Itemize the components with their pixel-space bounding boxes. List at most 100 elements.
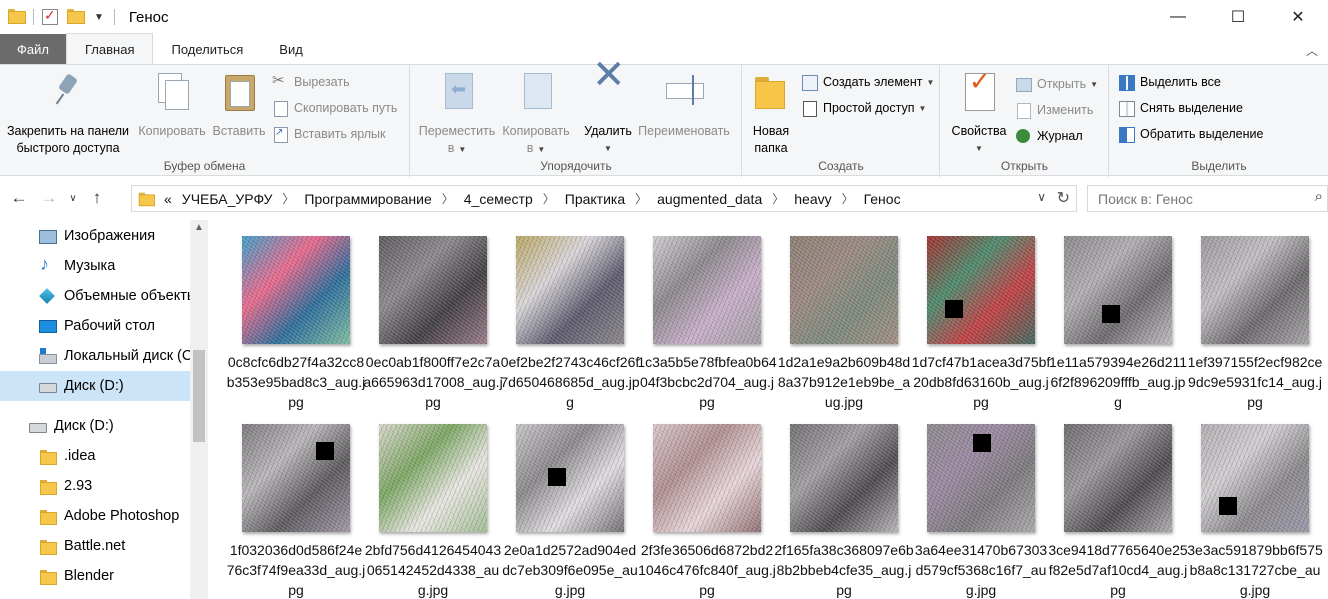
easy-access-button[interactable]: Простой доступ ▼ bbox=[801, 97, 926, 119]
sidebar-item-disk-d[interactable]: Диск (D:) bbox=[0, 411, 190, 441]
easy-access-icon bbox=[801, 100, 817, 117]
sidebar-item-folder[interactable]: 2.93 bbox=[0, 471, 190, 501]
new-folder-button[interactable]: Новая папка bbox=[747, 71, 795, 157]
scrollbar-thumb[interactable] bbox=[193, 350, 205, 442]
file-item[interactable]: 3ce9418d7765640e25f82e5d7af10cd4_aug.jpg bbox=[1042, 408, 1188, 598]
new-item-button[interactable]: Создать элемент ▼ bbox=[801, 71, 934, 93]
paste-button[interactable]: Вставить bbox=[210, 71, 268, 140]
copy-path-button[interactable]: Скопировать путь bbox=[272, 97, 397, 119]
file-item[interactable]: 0ef2be2f2743c46cf26f7d650468685d_aug.jpg bbox=[494, 220, 640, 410]
thumbnail bbox=[790, 236, 898, 344]
edit-button[interactable]: Изменить bbox=[1015, 99, 1093, 121]
select-all-button[interactable]: Выделить все bbox=[1118, 71, 1221, 93]
breadcrumb[interactable]: 4_семестр bbox=[464, 191, 533, 207]
breadcrumb[interactable]: Практика bbox=[565, 191, 625, 207]
file-item[interactable]: 3a64ee31470b67303d579cf5368c16f7_aug.jpg bbox=[905, 408, 1047, 598]
file-item[interactable]: 1c3a5b5e78fbfea0b6404f3bcbc2d704_aug.jpg bbox=[631, 220, 777, 410]
breadcrumb[interactable]: Генос bbox=[864, 191, 901, 207]
sidebar-item-music[interactable]: Музыка bbox=[0, 251, 190, 281]
tab-file[interactable]: Файл bbox=[0, 34, 66, 64]
forward-button[interactable]: → bbox=[34, 188, 64, 208]
sidebar-item-pictures[interactable]: Изображения bbox=[0, 221, 190, 251]
breadcrumb[interactable]: heavy bbox=[794, 191, 831, 207]
collapse-ribbon-icon[interactable]: ︿ bbox=[1306, 42, 1318, 59]
tab-view[interactable]: Вид bbox=[261, 34, 321, 64]
sidebar-item-3d-objects[interactable]: Объемные объекты bbox=[0, 281, 190, 311]
pin-button[interactable]: Закрепить на панели быстрого доступа bbox=[4, 71, 132, 157]
recent-locations-button[interactable]: ∨ bbox=[64, 193, 82, 204]
breadcrumb[interactable]: augmented_data bbox=[657, 191, 762, 207]
copy-icon bbox=[154, 71, 190, 111]
chevron-right-icon[interactable]: 〉 bbox=[772, 190, 784, 207]
select-none-button[interactable]: Снять выделение bbox=[1118, 97, 1243, 119]
file-item[interactable]: 2f165fa38c368097e6b8b2bbeb4cfe35_aug.jpg bbox=[768, 408, 914, 598]
sidebar-item-folder[interactable]: Blender bbox=[0, 561, 190, 591]
file-name: 1ef397155f2ecf982ce9dc9e5931fc14_aug.jpg bbox=[1187, 354, 1323, 410]
tab-share[interactable]: Поделиться bbox=[153, 34, 261, 64]
breadcrumb-overflow[interactable]: « bbox=[164, 191, 172, 207]
sidebar-item-disk-d[interactable]: Диск (D:) bbox=[0, 371, 190, 401]
sidebar-item-folder[interactable]: .idea bbox=[0, 441, 190, 471]
close-button[interactable]: ✕ bbox=[1268, 0, 1328, 34]
sidebar-item-folder[interactable]: Adobe Photoshop bbox=[0, 501, 190, 531]
minimize-button[interactable]: — bbox=[1148, 0, 1208, 34]
new-folder-label-2: папка bbox=[754, 141, 788, 155]
customize-toolbar-icon[interactable]: ▼ bbox=[94, 12, 104, 23]
chevron-right-icon[interactable]: 〉 bbox=[282, 190, 294, 207]
breadcrumb[interactable]: УЧЕБА_УРФУ bbox=[182, 191, 273, 207]
history-button[interactable]: Журнал bbox=[1015, 125, 1083, 147]
back-button[interactable]: ← bbox=[4, 188, 34, 208]
refresh-icon[interactable]: ↻ bbox=[1057, 188, 1070, 208]
new-folder-icon[interactable] bbox=[67, 9, 85, 25]
address-bar[interactable]: « УЧЕБА_УРФУ 〉 Программирование 〉 4_семе… bbox=[131, 185, 1077, 212]
organize-group: Переместить в▼ Копировать в▼ Удалить ▼ П… bbox=[411, 65, 742, 177]
invert-selection-button[interactable]: Обратить выделение bbox=[1118, 123, 1263, 145]
properties-button[interactable]: Свойства ▼ bbox=[947, 71, 1011, 157]
tab-home[interactable]: Главная bbox=[66, 33, 154, 64]
file-item[interactable]: 1e11a579394e26d2116f2f896209fffb_aug.jpg bbox=[1042, 220, 1187, 410]
sidebar-item-folder[interactable]: Battle.net bbox=[0, 531, 190, 561]
sidebar-item-desktop[interactable]: Рабочий стол bbox=[0, 311, 190, 341]
chevron-right-icon[interactable]: 〉 bbox=[842, 190, 854, 207]
chevron-right-icon[interactable]: 〉 bbox=[635, 190, 647, 207]
open-button[interactable]: Открыть ▼ bbox=[1015, 73, 1098, 95]
divider bbox=[113, 9, 115, 25]
copy-to-button[interactable]: Копировать в ▼ bbox=[497, 71, 575, 158]
occlusion-mark bbox=[973, 434, 991, 452]
file-item[interactable]: 1f032036d0d586f24e76c3f74f9ea33d_aug.jpg bbox=[220, 408, 365, 598]
cut-label: Вырезать bbox=[294, 75, 350, 89]
chevron-down-icon[interactable]: ∨ bbox=[1037, 190, 1046, 204]
sidebar-item-local-disk-c[interactable]: Локальный диск (C:) bbox=[0, 341, 190, 371]
new-item-label: Создать элемент bbox=[823, 75, 923, 89]
file-item[interactable]: 2e0a1d2572ad904eddc7eb309f6e095e_aug.jpg bbox=[494, 408, 638, 598]
rename-button[interactable]: Переименовать bbox=[633, 71, 735, 140]
scroll-up-icon[interactable]: ▲ bbox=[190, 222, 208, 233]
chevron-right-icon[interactable]: 〉 bbox=[543, 190, 555, 207]
thumbnail bbox=[242, 424, 350, 532]
delete-button[interactable]: Удалить ▼ bbox=[581, 67, 635, 157]
move-to-button[interactable]: Переместить в▼ bbox=[415, 71, 499, 158]
file-item[interactable]: 0ec0ab1f800ff7e2c7aa665963d17008_aug.jpg bbox=[357, 220, 503, 410]
navigation-bar: ← → ∨ ↑ « УЧЕБА_УРФУ 〉 Программирование … bbox=[0, 182, 1328, 214]
file-item[interactable]: 1d7cf47b1acea3d75bf20db8fd63160b_aug.jpg bbox=[905, 220, 1050, 410]
file-name: 3e3ac591879bb6f575b8a8c131727cbe_aug.jpg bbox=[1187, 542, 1323, 598]
chevron-right-icon[interactable]: 〉 bbox=[442, 190, 454, 207]
file-item[interactable]: 3e3ac591879bb6f575b8a8c131727cbe_aug.jpg bbox=[1179, 408, 1323, 598]
copy-button[interactable]: Копировать bbox=[134, 71, 210, 140]
file-item[interactable]: 0c8cfc6db27f4a32cc8b353e95bad8c3_aug.jpg bbox=[220, 220, 365, 410]
up-button[interactable]: ↑ bbox=[82, 188, 112, 208]
maximize-button[interactable]: ☐ bbox=[1208, 0, 1268, 34]
file-name: 1d2a1e9a2b609b48d8a37b912e1eb9be_aug.jpg bbox=[777, 354, 911, 410]
thumbnail bbox=[242, 236, 350, 344]
file-item[interactable]: 1ef397155f2ecf982ce9dc9e5931fc14_aug.jpg bbox=[1179, 220, 1322, 410]
search-input[interactable]: Поиск в: Генос ⌕ bbox=[1087, 185, 1328, 212]
paste-shortcut-button[interactable]: Вставить ярлык bbox=[272, 123, 386, 145]
properties-icon[interactable] bbox=[42, 7, 58, 25]
breadcrumb[interactable]: Программирование bbox=[304, 191, 431, 207]
file-item[interactable]: 2bfd756d4126454043065142452d4338_aug.jpg bbox=[357, 408, 501, 598]
group-label: Создать bbox=[818, 159, 864, 173]
file-item[interactable]: 1d2a1e9a2b609b48d8a37b912e1eb9be_aug.jpg bbox=[768, 220, 910, 410]
file-item[interactable]: 2f3fe36506d6872bd21046c476fc840f_aug.jpg bbox=[631, 408, 776, 598]
cut-button[interactable]: Вырезать bbox=[272, 71, 350, 93]
copy-label: Копировать bbox=[138, 124, 206, 138]
